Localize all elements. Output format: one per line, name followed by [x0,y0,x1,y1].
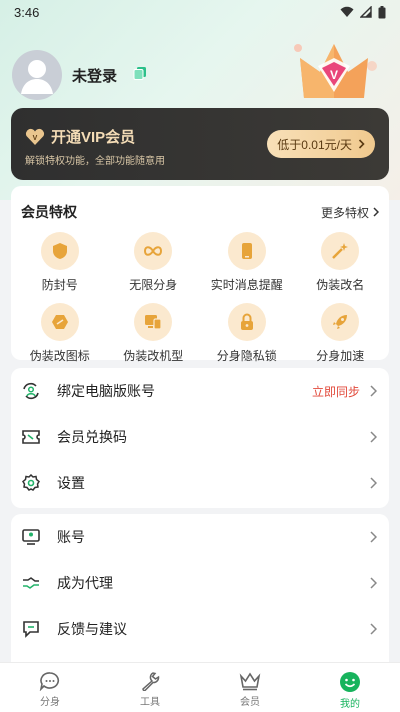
menu-label: 反馈与建议 [57,621,127,637]
menu-item-feedback[interactable]: 反馈与建议 [11,606,389,652]
smile-icon [340,672,360,692]
phone-vibrate-icon [227,232,266,270]
perk-item[interactable]: 分身加速 [294,303,388,364]
perk-label: 实时消息提醒 [210,278,283,292]
menu-item-redeem-code[interactable]: 会员兑换码 [11,414,389,460]
tab-label: 我的 [340,699,360,710]
default-user-icon [21,60,53,94]
status-bar: 3:46 [0,0,400,24]
vip-banner[interactable]: V 开通VIP会员 解锁特权功能，全部功能随意用 低于0.01元/天 [11,108,389,180]
lock-icon [227,303,266,341]
chevron-right-icon [370,385,377,397]
more-perks-label: 更多特权 [320,205,369,220]
crown-icon [239,672,261,691]
copy-icon[interactable] [133,66,147,85]
status-time: 3:46 [14,4,40,20]
wrench-icon [142,672,160,691]
perk-item[interactable]: 分身隐私锁 [200,303,294,364]
username-label[interactable]: 未登录 [72,65,117,86]
menu-label: 设置 [57,475,85,491]
menu-label: 会员兑换码 [57,429,127,445]
perk-label: 伪装改机型 [123,349,184,363]
magic-wand-icon [321,232,360,270]
chevron-right-icon [370,577,377,589]
hexagon-icon [40,303,79,341]
handshake-icon [21,573,41,593]
chevron-right-icon [370,431,377,443]
menu-item-account[interactable]: 账号 [11,514,389,560]
profile-section[interactable]: 未登录 [12,50,147,100]
account-icon [21,527,41,547]
tab-mine[interactable]: 我的 [300,663,400,712]
status-icons [340,5,386,19]
svg-text:V: V [33,135,38,142]
chat-bubble-icon [39,672,60,691]
ticket-icon [21,427,41,447]
shield-icon [40,232,79,270]
chevron-right-icon [358,139,365,149]
chevron-right-icon [370,623,377,635]
chevron-right-icon [370,531,377,543]
menu-label: 绑定电脑版账号 [57,383,155,399]
perks-title: 会员特权 [21,204,77,220]
vip-price-button[interactable]: 低于0.01元/天 [267,130,375,158]
perk-item[interactable]: 无限分身 [107,232,201,293]
tab-label: 分身 [40,697,60,708]
chevron-right-icon [373,207,379,217]
tab-label: 会员 [240,697,260,708]
rocket-icon [321,303,360,341]
vip-subtitle: 解锁特权功能，全部功能随意用 [25,156,165,167]
bottom-tab-bar: 分身 工具 会员 我的 [0,662,400,712]
tab-label: 工具 [140,697,160,708]
tab-tools[interactable]: 工具 [100,663,200,712]
vip-crown-decoration: V [294,44,377,98]
perks-grid: 防封号 无限分身 实时消息提醒 伪装改名 伪装改图标 伪装改机型 分身隐私锁 分… [11,222,389,364]
sync-user-icon [21,381,41,401]
perk-item[interactable]: 防封号 [13,232,107,293]
perk-label: 伪装改图标 [29,349,90,363]
vip-title: 开通VIP会员 [51,129,136,146]
svg-text:V: V [330,68,338,82]
menu-label: 成为代理 [57,575,113,591]
device-icon [134,303,173,341]
feedback-icon [21,619,41,639]
perks-header: 会员特权 更多特权 [11,186,389,222]
perk-item[interactable]: 实时消息提醒 [200,232,294,293]
perk-item[interactable]: 伪装改图标 [13,303,107,364]
sync-now-label[interactable]: 立即同步 [312,383,360,400]
perk-label: 伪装改名 [316,278,365,292]
chevron-right-icon [370,477,377,489]
perk-item[interactable]: 伪装改名 [294,232,388,293]
perk-label: 无限分身 [129,278,178,292]
menu-card-secondary: 账号 成为代理 反馈与建议 [11,514,389,662]
tab-clones[interactable]: 分身 [0,663,100,712]
perk-label: 分身加速 [316,349,365,363]
perk-label: 分身隐私锁 [216,349,277,363]
menu-card-primary: 绑定电脑版账号 立即同步 会员兑换码 设置 [11,368,389,508]
menu-item-bind-pc[interactable]: 绑定电脑版账号 立即同步 [11,368,389,414]
vip-price-label: 低于0.01元/天 [277,137,352,152]
perk-label: 防封号 [41,278,78,292]
avatar[interactable] [12,50,62,100]
battery-icon [378,5,386,18]
gear-icon [21,473,41,493]
menu-label: 账号 [57,529,85,545]
infinity-icon [134,232,173,270]
cellular-icon [360,6,372,18]
vip-title-row: V 开通VIP会员 [25,126,135,147]
vip-heart-icon: V [25,128,45,145]
menu-item-become-agent[interactable]: 成为代理 [11,560,389,606]
menu-item-settings[interactable]: 设置 [11,460,389,506]
perks-card: 会员特权 更多特权 防封号 无限分身 实时消息提醒 伪装改名 伪装改图标 伪装改… [11,186,389,363]
wifi-icon [340,6,354,17]
more-perks-link[interactable]: 更多特权 [321,204,379,221]
perk-item[interactable]: 伪装改机型 [107,303,201,364]
tab-membership[interactable]: 会员 [200,663,300,712]
